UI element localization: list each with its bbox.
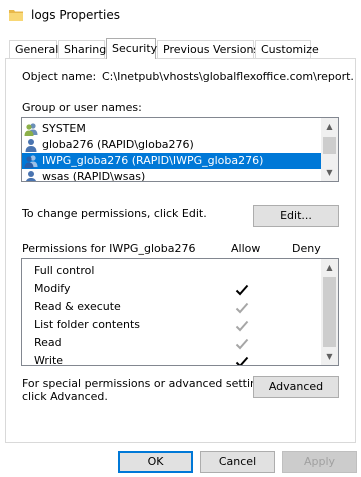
check-icon	[235, 320, 249, 332]
check-icon	[235, 302, 249, 314]
list-item-globa276[interactable]: globa276 (RAPID\globa276)	[22, 137, 338, 153]
scroll-down-icon[interactable]: ▼	[321, 164, 338, 181]
group-users-label: Group or user names:	[22, 101, 142, 114]
permission-read-execute: Read & execute	[34, 300, 121, 313]
users-icon	[24, 123, 38, 136]
list-item-wsas[interactable]: wsas (RAPID\wsas)	[22, 169, 338, 181]
list-item-label: IWPG_globa276 (RAPID\IWPG_globa276)	[42, 154, 264, 167]
scroll-down-icon[interactable]: ▼	[321, 348, 338, 365]
deny-column-header: Deny	[292, 242, 321, 255]
object-name-label: Object name:	[22, 70, 97, 83]
permission-full-control: Full control	[34, 264, 95, 277]
permission-list-folder-contents: List folder contents	[34, 318, 140, 331]
scroll-up-icon[interactable]: ▲	[321, 259, 338, 276]
permissions-list: Full control Modify Read & execute List …	[21, 258, 339, 366]
permission-read: Read	[34, 336, 62, 349]
tab-previous-versions[interactable]: Previous Versions	[157, 40, 259, 58]
scroll-thumb[interactable]	[323, 137, 336, 154]
scroll-thumb[interactable]	[323, 277, 336, 347]
change-permissions-hint: To change permissions, click Edit.	[22, 207, 207, 220]
window-title: logs Properties	[31, 8, 121, 22]
advanced-button[interactable]: Advanced	[253, 376, 339, 398]
list-item-system[interactable]: SYSTEM	[22, 121, 338, 137]
tab-sharing[interactable]: Sharing	[58, 40, 106, 58]
permissions-header: Permissions for IWPG_globa276	[22, 242, 196, 255]
ok-button[interactable]: OK	[118, 451, 193, 473]
user-icon	[25, 139, 37, 152]
list-item-label: wsas (RAPID\wsas)	[42, 170, 146, 181]
group-users-list[interactable]: SYSTEM globa276 (RAPID\globa276) IWPG_gl…	[21, 117, 339, 182]
tab-general[interactable]: General	[9, 40, 58, 58]
special-permissions-hint-2: click Advanced.	[22, 390, 108, 403]
allow-column-header: Allow	[231, 242, 261, 255]
tab-strip: General Sharing Security Previous Versio…	[0, 38, 361, 59]
tab-customize[interactable]: Customize	[255, 40, 319, 58]
scroll-up-icon[interactable]: ▲	[321, 118, 338, 135]
user-icon	[26, 171, 36, 181]
check-icon	[235, 356, 249, 365]
edit-button[interactable]: Edit...	[253, 205, 339, 227]
users-icon	[24, 155, 38, 168]
list-item-label: SYSTEM	[42, 122, 86, 135]
permission-modify: Modify	[34, 282, 71, 295]
special-permissions-hint: For special permissions or advanced sett…	[22, 377, 274, 390]
tab-security[interactable]: Security	[106, 38, 157, 59]
cancel-button[interactable]: Cancel	[200, 451, 275, 473]
permission-write: Write	[34, 354, 64, 366]
check-icon	[235, 338, 249, 350]
apply-button[interactable]: Apply	[282, 451, 357, 473]
list-item-iwpg-globa276[interactable]: IWPG_globa276 (RAPID\IWPG_globa276)	[22, 153, 321, 169]
folder-icon	[9, 10, 23, 21]
users-scrollbar[interactable]: ▲ ▼	[321, 118, 338, 181]
title-bar[interactable]: logs Properties	[0, 0, 361, 32]
object-name-value: C:\Inetpub\vhosts\globalflexoffice.com\r…	[102, 70, 354, 83]
check-icon	[235, 284, 249, 296]
list-item-label: globa276 (RAPID\globa276)	[42, 138, 194, 151]
permissions-scrollbar[interactable]: ▲ ▼	[321, 259, 338, 365]
